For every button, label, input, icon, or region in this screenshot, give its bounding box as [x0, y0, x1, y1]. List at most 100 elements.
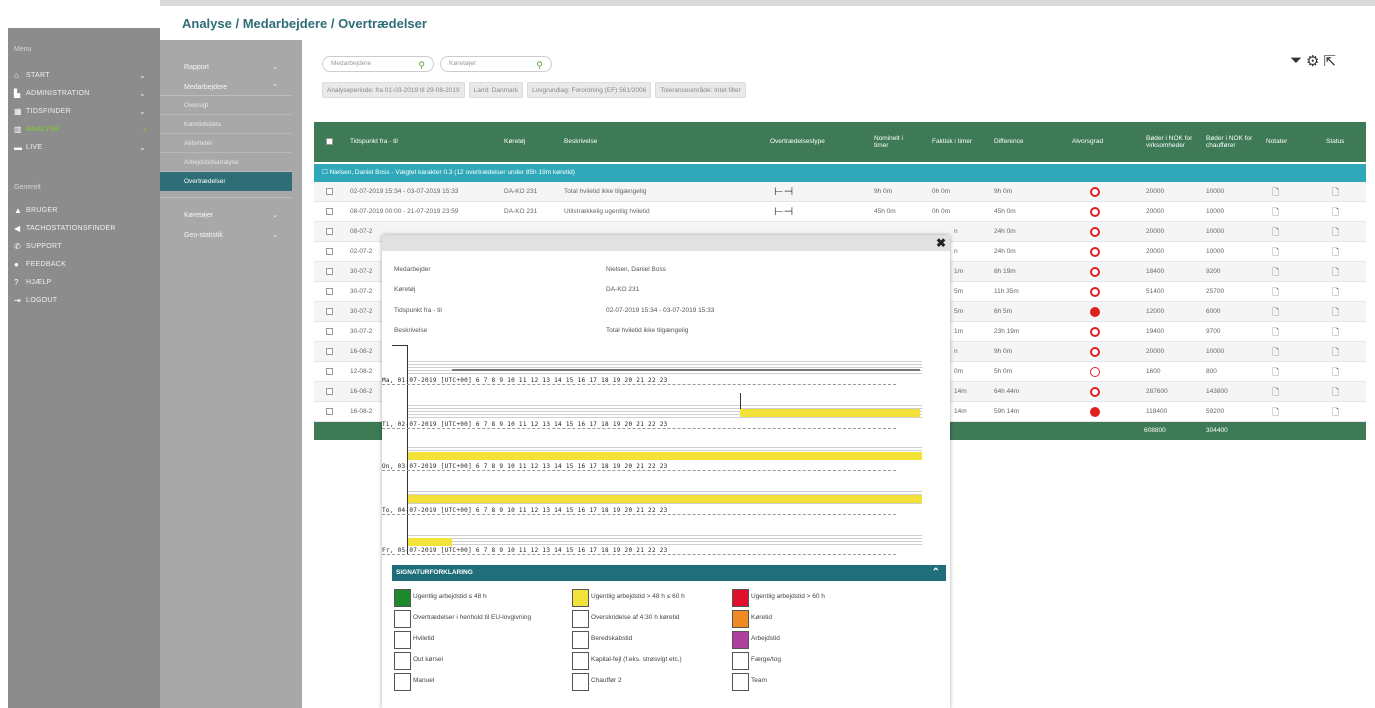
- menu-item-analyse[interactable]: ▥ ANALYSE ›: [8, 120, 160, 138]
- row-checkbox[interactable]: [326, 408, 333, 415]
- severity-icon: [1090, 287, 1100, 297]
- menu-item-feedback[interactable]: ● FEEDBACK: [8, 255, 160, 273]
- row-checkbox[interactable]: [326, 308, 333, 315]
- export-icon[interactable]: ⇱: [1323, 52, 1336, 70]
- submenu-oversigt[interactable]: Oversigt: [160, 96, 292, 115]
- cell-fine-driver: 59200: [1206, 408, 1225, 415]
- row-checkbox[interactable]: [326, 248, 333, 255]
- edit-status-icon[interactable]: 🗋: [1332, 282, 1339, 302]
- row-checkbox[interactable]: [326, 348, 333, 355]
- submenu-medarbejdere[interactable]: Medarbejdere ⌃: [160, 78, 292, 98]
- submenu-aktiviteter[interactable]: Aktiviteter: [160, 134, 292, 153]
- filter-chips: Analyseperiode: fra 01-03-2019 til 29-08…: [322, 82, 746, 98]
- header-type[interactable]: Overtrædelsestype: [770, 122, 825, 162]
- submenu-koeretoejer[interactable]: Køretøjer ⌄: [160, 206, 292, 226]
- edit-status-icon[interactable]: 🗋: [1332, 322, 1339, 342]
- header-desc[interactable]: Beskrivelse: [564, 122, 597, 162]
- header-status[interactable]: Status: [1326, 122, 1344, 162]
- row-checkbox[interactable]: [326, 188, 333, 195]
- edit-note-icon[interactable]: 🗋: [1272, 222, 1279, 242]
- header-vehicle[interactable]: Køretøj: [504, 122, 525, 162]
- edit-note-icon[interactable]: 🗋: [1272, 302, 1279, 322]
- submenu-koeretidsdata[interactable]: Køretidsdata: [160, 115, 292, 134]
- menu-item-start[interactable]: ⌂ START ⌄: [8, 66, 160, 84]
- header-fine-company[interactable]: Bøder i NOK for virksomheder: [1146, 122, 1202, 162]
- edit-note-icon[interactable]: 🗋: [1272, 402, 1279, 422]
- close-icon[interactable]: ✖: [936, 236, 946, 250]
- edit-status-icon[interactable]: 🗋: [1332, 202, 1339, 222]
- menu-item-bruger[interactable]: ▲ BRUGER: [8, 201, 160, 219]
- settings-icon[interactable]: ⚙: [1306, 52, 1319, 70]
- cell-diff: 59h 14m: [994, 408, 1020, 415]
- header-actual[interactable]: Faktisk i timer: [932, 122, 972, 162]
- legend-header[interactable]: SIGNATURFORKLARING ⌃: [392, 565, 946, 581]
- filter-chip-law[interactable]: Lovgrundlag: Forordning (EF) 561/2006: [527, 82, 652, 98]
- edit-status-icon[interactable]: 🗋: [1332, 182, 1339, 202]
- header-nominal[interactable]: Nominelt i timer: [874, 122, 916, 162]
- edit-status-icon[interactable]: 🗋: [1332, 222, 1339, 242]
- submenu-rapport[interactable]: Rapport ⌄: [160, 58, 292, 78]
- filter-chip-tolerance[interactable]: Toleranceområde: Intet filter: [655, 82, 746, 98]
- menu-item-tidsfinder[interactable]: ▦ TIDSFINDER ⌄: [8, 102, 160, 120]
- filter-icon[interactable]: ⏷: [1290, 52, 1302, 70]
- row-checkbox[interactable]: [326, 368, 333, 375]
- submenu-arbejdstidsanalyse[interactable]: Arbejdstidsanalyse: [160, 153, 292, 172]
- cell-actual: 5m: [954, 308, 964, 315]
- severity-icon: [1090, 387, 1100, 397]
- edit-note-icon[interactable]: 🗋: [1272, 382, 1279, 402]
- severity-icon: [1090, 367, 1100, 377]
- legend-label: Overtrædelser i henhold til EU-lovgivnin…: [413, 614, 532, 621]
- edit-note-icon[interactable]: 🗋: [1272, 342, 1279, 362]
- edit-status-icon[interactable]: 🗋: [1332, 342, 1339, 362]
- cell-nominal: 9h 0m: [874, 188, 893, 195]
- row-checkbox[interactable]: [326, 388, 333, 395]
- header-time[interactable]: Tidspunkt fra - til: [350, 122, 398, 162]
- group-row[interactable]: ☐ Nielsen, Daniel Boss - Vægtet karakter…: [314, 164, 1366, 182]
- menu-item-logout[interactable]: ⇥ LOGOUT: [8, 291, 160, 309]
- header-diff[interactable]: Difference: [994, 122, 1024, 162]
- menu-item-hjaelp[interactable]: ? HJÆLP: [8, 273, 160, 291]
- submenu-overtraedelser[interactable]: Overtrædelser: [160, 172, 292, 191]
- menu-item-administration[interactable]: ▙ ADMINISTRATION ⌄: [8, 84, 160, 102]
- select-all-checkbox[interactable]: [326, 138, 333, 145]
- menu-item-tachostationsfinder[interactable]: ◀ TACHOSTATIONSFINDER: [8, 219, 160, 237]
- legend-swatch: [572, 652, 589, 670]
- edit-status-icon[interactable]: 🗋: [1332, 302, 1339, 322]
- field-label-vehicle: Køretøj: [394, 286, 416, 293]
- table-row[interactable]: 08-07-2019 00:00 - 21-07-2019 23:59 DA-KO…: [314, 202, 1366, 222]
- row-checkbox[interactable]: [326, 268, 333, 275]
- header-notes[interactable]: Notater: [1266, 122, 1287, 162]
- search-icon: ⚲: [536, 60, 543, 70]
- table-row[interactable]: 02-07-2019 15:34 - 03-07-2019 15:33 DA-KO…: [314, 182, 1366, 202]
- header-fine-driver[interactable]: Bøder i NOK for chauffører: [1206, 122, 1262, 162]
- edit-note-icon[interactable]: 🗋: [1272, 202, 1279, 222]
- edit-note-icon[interactable]: 🗋: [1272, 262, 1279, 282]
- edit-status-icon[interactable]: 🗋: [1332, 382, 1339, 402]
- edit-note-icon[interactable]: 🗋: [1272, 282, 1279, 302]
- row-checkbox[interactable]: [326, 328, 333, 335]
- medarbejdere-search-input[interactable]: Medarbejdere ⚲: [322, 56, 434, 72]
- cell-time: 30-07-2: [350, 328, 373, 335]
- logout-icon: ⇥: [14, 295, 22, 305]
- edit-status-icon[interactable]: 🗋: [1332, 262, 1339, 282]
- filter-chip-period[interactable]: Analyseperiode: fra 01-03-2019 til 29-08…: [322, 82, 465, 98]
- row-checkbox[interactable]: [326, 288, 333, 295]
- edit-status-icon[interactable]: 🗋: [1332, 402, 1339, 422]
- edit-note-icon[interactable]: 🗋: [1272, 182, 1279, 202]
- header-severity[interactable]: Alvorsgrad: [1072, 122, 1103, 162]
- legend-label: Ugentlig arbejdstid > 60 h: [751, 593, 825, 600]
- koeretoejer-search-input[interactable]: Køretøjer ⚲: [440, 56, 552, 72]
- edit-status-icon[interactable]: 🗋: [1332, 362, 1339, 382]
- row-checkbox[interactable]: [326, 208, 333, 215]
- edit-note-icon[interactable]: 🗋: [1272, 242, 1279, 262]
- rest-period-icon: ⊢⊣: [774, 206, 794, 218]
- menu-item-live[interactable]: ▬ LIVE ⌄: [8, 138, 160, 156]
- edit-status-icon[interactable]: 🗋: [1332, 242, 1339, 262]
- menu-item-support[interactable]: ✆ SUPPORT: [8, 237, 160, 255]
- submenu-geostatistik[interactable]: Geo-statistik ⌄: [160, 226, 292, 246]
- chevron-up-icon[interactable]: ⌃: [932, 565, 940, 581]
- edit-note-icon[interactable]: 🗋: [1272, 362, 1279, 382]
- row-checkbox[interactable]: [326, 228, 333, 235]
- filter-chip-country[interactable]: Land: Danmark: [468, 82, 524, 98]
- edit-note-icon[interactable]: 🗋: [1272, 322, 1279, 342]
